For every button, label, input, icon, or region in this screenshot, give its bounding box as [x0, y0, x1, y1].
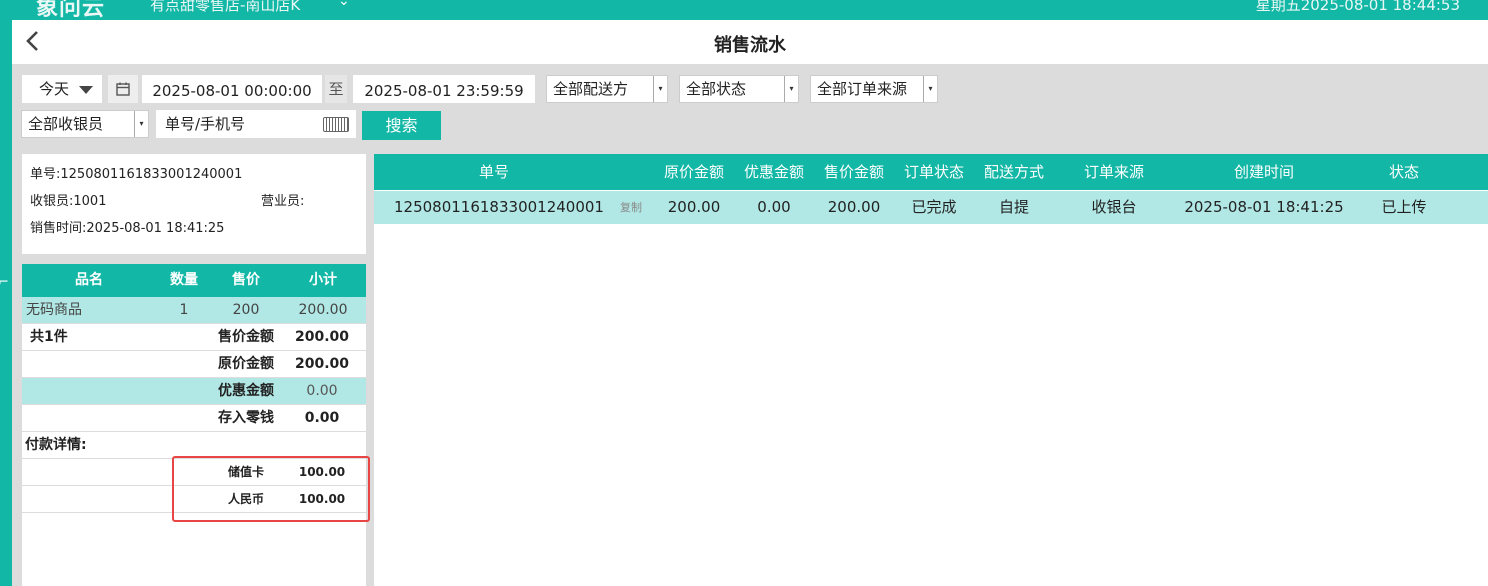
nav-edge-glyph[interactable]: ⌐ [0, 275, 9, 290]
cashier-select-value: 全部收银员 [28, 115, 104, 133]
caret-down-icon [79, 86, 93, 94]
main-panel: 销售流水 今天 2025-08-01 00:00:00 至 2025-08-01… [12, 20, 1488, 586]
cashier-select[interactable]: 全部收银员 ▾ [21, 110, 149, 138]
source-select[interactable]: 全部订单来源 ▾ [810, 75, 938, 103]
item-price: 200 [232, 302, 260, 318]
search-button[interactable]: 搜索 [362, 111, 441, 140]
summary-row: 优惠金额 0.00 [22, 378, 366, 405]
summary-label: 优惠金额 [218, 383, 274, 399]
summary-value: 0.00 [304, 410, 340, 426]
date-range-select[interactable]: 今天 [22, 75, 102, 103]
payment-title: 付款详情: [25, 437, 87, 453]
search-input[interactable]: 单号/手机号 [156, 110, 356, 138]
col-header: 订单来源 [1083, 163, 1144, 181]
delivery-select-value: 全部配送方 [553, 80, 629, 98]
summary-value: 200.00 [294, 356, 350, 372]
app-logo: 象问云 [36, 0, 106, 20]
caret-down-icon: ▾ [923, 76, 937, 102]
item-subtotal: 200.00 [298, 302, 348, 318]
summary-row: 存入零钱 0.00 [22, 405, 366, 432]
start-datetime-input[interactable]: 2025-08-01 00:00:00 [142, 75, 322, 103]
receipt-cashier: 收银员:1001 [30, 194, 107, 209]
items-header: 品名 数量 售价 小计 [22, 264, 366, 297]
col-header: 小计 [309, 272, 337, 288]
col-header: 单号 [478, 163, 509, 181]
delivery-select[interactable]: 全部配送方 ▾ [546, 75, 668, 103]
top-app-bar: 象问云 有点甜零售店-南山店K ⌄ 星期五2025-08-01 18:44:53 [0, 0, 1488, 20]
order-discount: 0.00 [757, 198, 791, 216]
order-status: 已完成 [911, 198, 957, 216]
clock: 星期五2025-08-01 18:44:53 [1255, 0, 1460, 14]
col-header: 售价金额 [823, 163, 884, 181]
store-name[interactable]: 有点甜零售店-南山店K [150, 0, 300, 15]
page-title: 销售流水 [714, 35, 786, 55]
summary-value: 200.00 [294, 329, 350, 345]
chevron-down-icon[interactable]: ⌄ [338, 0, 350, 9]
order-created: 2025-08-01 18:41:25 [1184, 198, 1344, 216]
order-original: 200.00 [667, 198, 721, 216]
order-delivery: 自提 [998, 198, 1029, 216]
summary-label: 售价金额 [218, 329, 274, 345]
col-header: 原价金额 [663, 163, 724, 181]
item-row[interactable]: 无码商品 1 200 200.00 [22, 297, 366, 324]
search-input-placeholder: 单号/手机号 [165, 115, 246, 133]
item-qty: 1 [179, 302, 189, 318]
col-header: 优惠金额 [743, 163, 804, 181]
col-header: 创建时间 [1233, 163, 1294, 181]
caret-down-icon: ▾ [134, 111, 148, 137]
col-header: 售价 [232, 272, 260, 288]
summary-row: 共1件 售价金额 200.00 [22, 324, 366, 351]
receipt-clerk: 营业员: [261, 194, 305, 209]
item-name: 无码商品 [26, 302, 82, 318]
summary-value: 0.00 [306, 383, 338, 399]
status-select-value: 全部状态 [686, 80, 747, 98]
orders-table: 单号 原价金额 优惠金额 售价金额 订单状态 配送方式 订单来源 创建时间 状态… [374, 154, 1488, 586]
col-header: 数量 [170, 272, 198, 288]
col-header: 状态 [1388, 163, 1419, 181]
keyboard-icon[interactable] [323, 117, 349, 132]
summary-label: 原价金额 [218, 356, 274, 372]
status-select[interactable]: 全部状态 ▾ [679, 75, 799, 103]
order-upload-status: 已上传 [1381, 198, 1427, 216]
order-sale: 200.00 [827, 198, 881, 216]
receipt-sale-time: 销售时间:2025-08-01 18:41:25 [30, 221, 225, 236]
col-header: 订单状态 [903, 163, 964, 181]
col-header: 配送方式 [983, 163, 1044, 181]
left-nav-strip: ⌐ [0, 20, 12, 586]
col-header: 品名 [75, 272, 103, 288]
summary-row: 原价金额 200.00 [22, 351, 366, 378]
total-count: 共1件 [30, 329, 68, 345]
receipt-order-no: 单号:1250801161833001240001 [30, 167, 243, 182]
to-label: 至 [325, 75, 347, 103]
caret-down-icon: ▾ [784, 76, 798, 102]
calendar-icon[interactable] [108, 75, 138, 103]
payment-highlight-box [172, 456, 370, 522]
title-bar: 销售流水 [12, 20, 1488, 64]
order-source: 收银台 [1091, 198, 1137, 216]
order-row[interactable]: 1250801161833001240001 复制 200.00 0.00 20… [374, 191, 1488, 224]
caret-down-icon: ▾ [653, 76, 667, 102]
end-datetime-input[interactable]: 2025-08-01 23:59:59 [353, 75, 535, 103]
summary-label: 存入零钱 [218, 410, 274, 426]
divider [22, 254, 366, 264]
source-select-value: 全部订单来源 [817, 80, 908, 98]
order-no: 1250801161833001240001 [394, 198, 604, 216]
copy-link[interactable]: 复制 [616, 191, 646, 224]
date-range-value: 今天 [39, 80, 70, 98]
orders-header: 单号 原价金额 优惠金额 售价金额 订单状态 配送方式 订单来源 创建时间 状态 [374, 154, 1488, 190]
payment-title-row: 付款详情: [22, 432, 366, 459]
